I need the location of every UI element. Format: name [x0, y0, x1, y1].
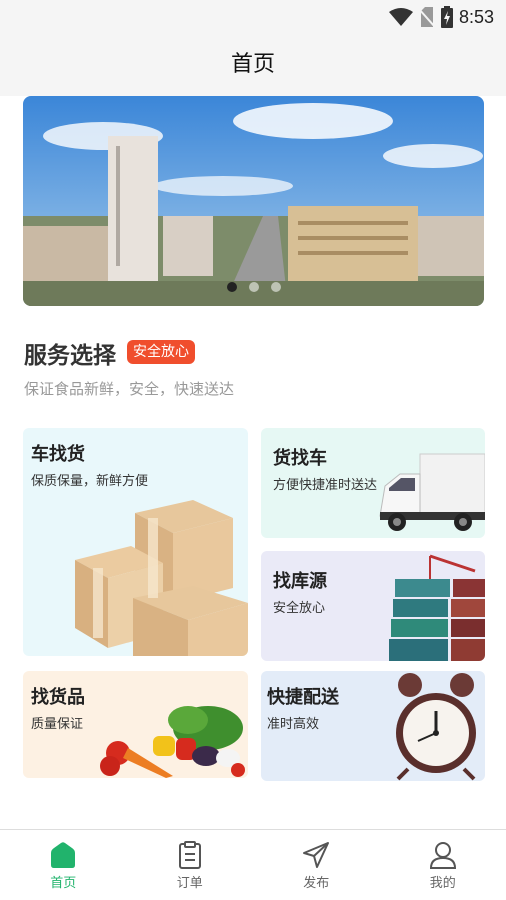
card-title: 快捷配送	[267, 687, 339, 708]
service-badge: 安全放心	[127, 340, 195, 364]
paper-plane-icon	[303, 842, 330, 868]
card-goods-find-car[interactable]: 货找车 方便快捷准时送达	[261, 428, 485, 538]
nav-label: 我的	[429, 876, 456, 891]
carousel-dots	[23, 282, 484, 292]
card-title: 找货品	[31, 687, 85, 708]
vegetables-illustration-icon	[100, 706, 245, 778]
status-icons: 8:53	[388, 6, 494, 28]
clipboard-icon	[178, 841, 201, 869]
carousel-dot[interactable]	[226, 282, 237, 292]
service-section-title: 服务选择	[24, 343, 116, 369]
card-title: 货找车	[273, 448, 327, 469]
carousel-dot[interactable]	[248, 282, 259, 292]
banner-image	[23, 96, 484, 306]
nav-label: 发布	[303, 876, 330, 891]
boxes-illustration-icon	[75, 500, 248, 656]
card-find-products[interactable]: 找货品 质量保证	[23, 671, 248, 778]
card-subtitle: 准时高效	[267, 717, 320, 732]
card-subtitle: 安全放心	[273, 601, 326, 616]
nav-label: 首页	[50, 876, 77, 891]
nav-label: 订单	[176, 876, 203, 891]
card-title: 找库源	[273, 571, 327, 592]
card-fast-delivery[interactable]: 快捷配送 准时高效	[261, 671, 485, 781]
card-car-find-goods[interactable]: 车找货 保质保量，新鲜方便	[23, 428, 248, 656]
nav-item-orders[interactable]: 订单	[127, 830, 254, 900]
nav-item-home[interactable]: 首页	[0, 830, 127, 900]
status-time: 8:53	[458, 6, 494, 27]
page-title: 首页	[230, 52, 275, 77]
page-header: 首页	[0, 34, 506, 96]
card-subtitle: 方便快捷准时送达	[273, 478, 378, 493]
card-subtitle: 质量保证	[31, 717, 84, 732]
nav-item-profile[interactable]: 我的	[380, 830, 506, 900]
home-icon	[51, 842, 76, 868]
no-sim-icon	[418, 7, 435, 27]
status-bar: 8:53	[0, 0, 506, 34]
battery-charging-icon	[440, 6, 453, 28]
containers-illustration-icon	[389, 554, 485, 661]
van-illustration-icon	[379, 453, 485, 531]
card-find-warehouse[interactable]: 找库源 安全放心	[261, 551, 485, 661]
user-icon	[429, 842, 456, 869]
alarm-clock-icon	[396, 673, 476, 781]
bottom-nav: 首页 订单 发布 我的	[0, 829, 506, 900]
nav-item-publish[interactable]: 发布	[253, 830, 380, 900]
carousel-dot[interactable]	[270, 282, 281, 292]
wifi-icon	[388, 8, 413, 26]
banner-carousel[interactable]	[23, 96, 484, 306]
service-subtitle: 保证食品新鲜，安全，快速送达	[24, 380, 235, 398]
